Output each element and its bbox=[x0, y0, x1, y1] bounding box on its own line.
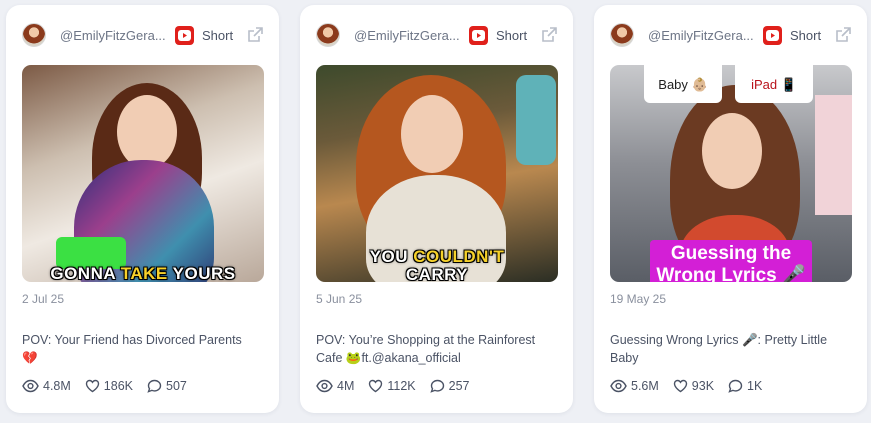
video-thumbnail[interactable]: GONNA TAKE YOURS bbox=[22, 65, 264, 282]
video-type-label: Short bbox=[790, 27, 822, 43]
youtube-icon bbox=[469, 25, 488, 45]
comment-icon bbox=[147, 379, 162, 393]
channel-handle[interactable]: @EmilyFitzGera... bbox=[648, 28, 755, 43]
card-header: @EmilyFitzGera... Short bbox=[610, 22, 855, 48]
card-header: @EmilyFitzGera... Short bbox=[316, 22, 561, 48]
eye-icon bbox=[610, 379, 627, 393]
video-title[interactable]: Guessing Wrong Lyrics 🎤: Pretty Little B… bbox=[610, 331, 847, 367]
video-card[interactable]: @EmilyFitzGera... Short GONNA TAKE YOURS… bbox=[6, 5, 279, 413]
stats-row: 5.6M 93K 1K bbox=[610, 379, 776, 393]
publish-date: 2 Jul 25 bbox=[22, 292, 65, 306]
thumbnail-tag-baby: Baby 👶🏼 bbox=[644, 65, 722, 103]
channel-handle[interactable]: @EmilyFitzGera... bbox=[354, 28, 461, 43]
external-link-icon[interactable] bbox=[834, 26, 852, 44]
eye-icon bbox=[22, 379, 39, 393]
publish-date: 5 Jun 25 bbox=[316, 292, 363, 306]
video-type-label: Short bbox=[496, 27, 528, 43]
video-thumbnail[interactable]: YOU COULDN'T CARRY bbox=[316, 65, 558, 282]
comments-count: 257 bbox=[448, 379, 470, 393]
youtube-icon bbox=[763, 25, 782, 45]
card-header: @EmilyFitzGera... Short bbox=[22, 22, 267, 48]
video-card[interactable]: @EmilyFitzGera... Short YOU COULDN'T CAR… bbox=[300, 5, 573, 413]
likes-count: 93K bbox=[691, 379, 715, 393]
comments-count: 1K bbox=[747, 379, 763, 393]
thumbnail-tag-ipad: iPad 📱 bbox=[735, 65, 813, 103]
comments-stat: 257 bbox=[429, 379, 470, 393]
video-title[interactable]: POV: Your Friend has Divorced Parents 💔 bbox=[22, 331, 259, 367]
external-link-icon[interactable] bbox=[540, 26, 558, 44]
heart-icon bbox=[85, 379, 99, 393]
stats-row: 4M 112K 257 bbox=[316, 379, 484, 393]
views-count: 4M bbox=[337, 379, 355, 393]
heart-icon bbox=[673, 379, 687, 393]
avatar[interactable] bbox=[610, 23, 634, 47]
comment-icon bbox=[728, 379, 743, 393]
views-stat: 4.8M bbox=[22, 379, 71, 393]
views-count: 5.6M bbox=[631, 379, 659, 393]
comments-stat: 1K bbox=[728, 379, 762, 393]
thumbnail-caption: GONNA TAKE YOURS bbox=[50, 264, 236, 282]
likes-stat: 186K bbox=[85, 379, 133, 393]
likes-stat: 112K bbox=[368, 379, 416, 393]
avatar[interactable] bbox=[22, 23, 46, 47]
channel-handle[interactable]: @EmilyFitzGera... bbox=[60, 28, 167, 43]
likes-count: 112K bbox=[387, 379, 416, 393]
views-count: 4.8M bbox=[43, 379, 71, 393]
video-card[interactable]: @EmilyFitzGera... Short Baby 👶🏼 iPad 📱 G… bbox=[594, 5, 867, 413]
video-thumbnail[interactable]: Baby 👶🏼 iPad 📱 Guessing the Wrong Lyrics… bbox=[610, 65, 852, 282]
comments-count: 507 bbox=[166, 379, 187, 393]
youtube-icon bbox=[175, 25, 194, 45]
comments-stat: 507 bbox=[147, 379, 187, 393]
avatar[interactable] bbox=[316, 23, 340, 47]
likes-count: 186K bbox=[103, 379, 133, 393]
publish-date: 19 May 25 bbox=[610, 292, 667, 306]
views-stat: 4M bbox=[316, 379, 354, 393]
heart-icon bbox=[369, 379, 383, 393]
likes-stat: 93K bbox=[673, 379, 714, 393]
views-stat: 5.6M bbox=[610, 379, 659, 393]
video-type-label: Short bbox=[202, 27, 234, 43]
external-link-icon[interactable] bbox=[246, 26, 264, 44]
eye-icon bbox=[316, 379, 333, 393]
thumbnail-caption: YOU COULDN'T CARRY bbox=[369, 247, 505, 283]
stats-row: 4.8M 186K 507 bbox=[22, 379, 201, 393]
thumbnail-overlay-text: Guessing the Wrong Lyrics 🎤 bbox=[650, 240, 812, 282]
comment-icon bbox=[429, 379, 444, 393]
video-title[interactable]: POV: You’re Shopping at the Rainforest C… bbox=[316, 331, 553, 367]
